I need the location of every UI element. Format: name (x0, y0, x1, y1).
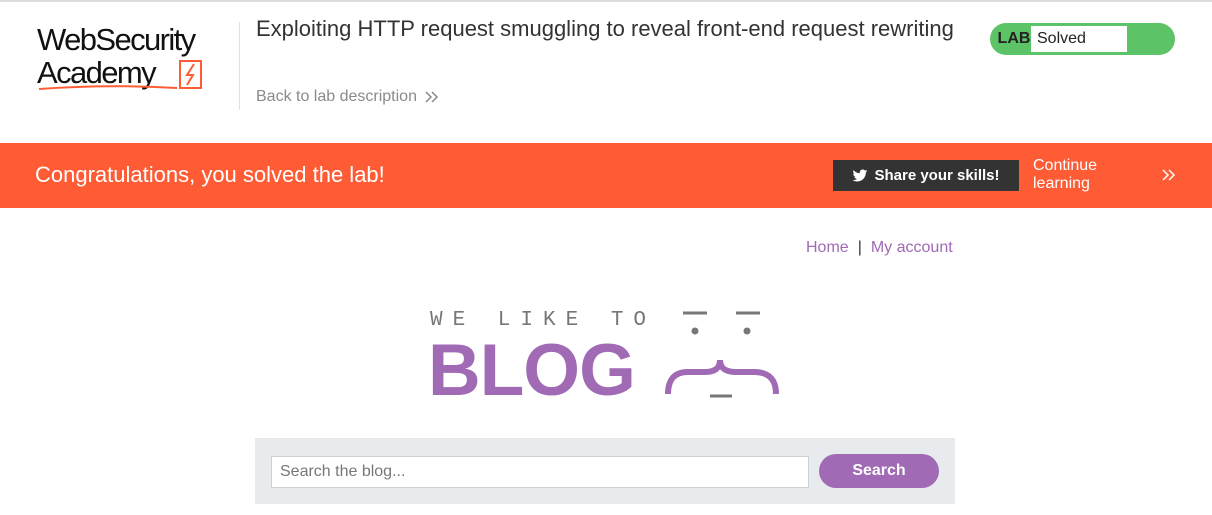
back-link-label: Back to lab description (256, 88, 417, 105)
logo-bolt-icon (38, 60, 202, 90)
header-divider (239, 22, 240, 110)
lab-status-widget: LAB Solved (990, 23, 1175, 55)
continue-chevron-icon[interactable] (1162, 169, 1176, 181)
congratulations-banner: Congratulations, you solved the lab! Sha… (0, 143, 1212, 208)
top-nav: Home | My account (806, 239, 953, 257)
blog-logo: WE LIKE TO BLOG (420, 300, 790, 410)
search-panel: Search (255, 438, 955, 504)
nav-home-link[interactable]: Home (806, 239, 849, 256)
congratulations-message: Congratulations, you solved the lab! (35, 162, 385, 187)
continue-learning-link[interactable]: Continue learning (1033, 157, 1153, 193)
search-button[interactable]: Search (819, 454, 939, 488)
back-to-lab-description-link[interactable]: Back to lab description (256, 88, 439, 106)
twitter-icon (853, 169, 868, 181)
share-skills-button[interactable]: Share your skills! (833, 160, 1019, 191)
nav-my-account-link[interactable]: My account (871, 239, 953, 256)
top-border (0, 0, 1212, 2)
lab-status-text: Solved (1031, 26, 1127, 52)
blog-face-icon (665, 311, 779, 398)
web-security-academy-logo[interactable]: WebSecurity Academy (37, 22, 237, 94)
share-skills-label: Share your skills! (874, 167, 1000, 184)
search-input[interactable] (271, 456, 809, 488)
nav-separator: | (857, 239, 862, 256)
lab-title: Exploiting HTTP request smuggling to rev… (256, 16, 954, 41)
double-chevron-right-icon (425, 91, 439, 103)
